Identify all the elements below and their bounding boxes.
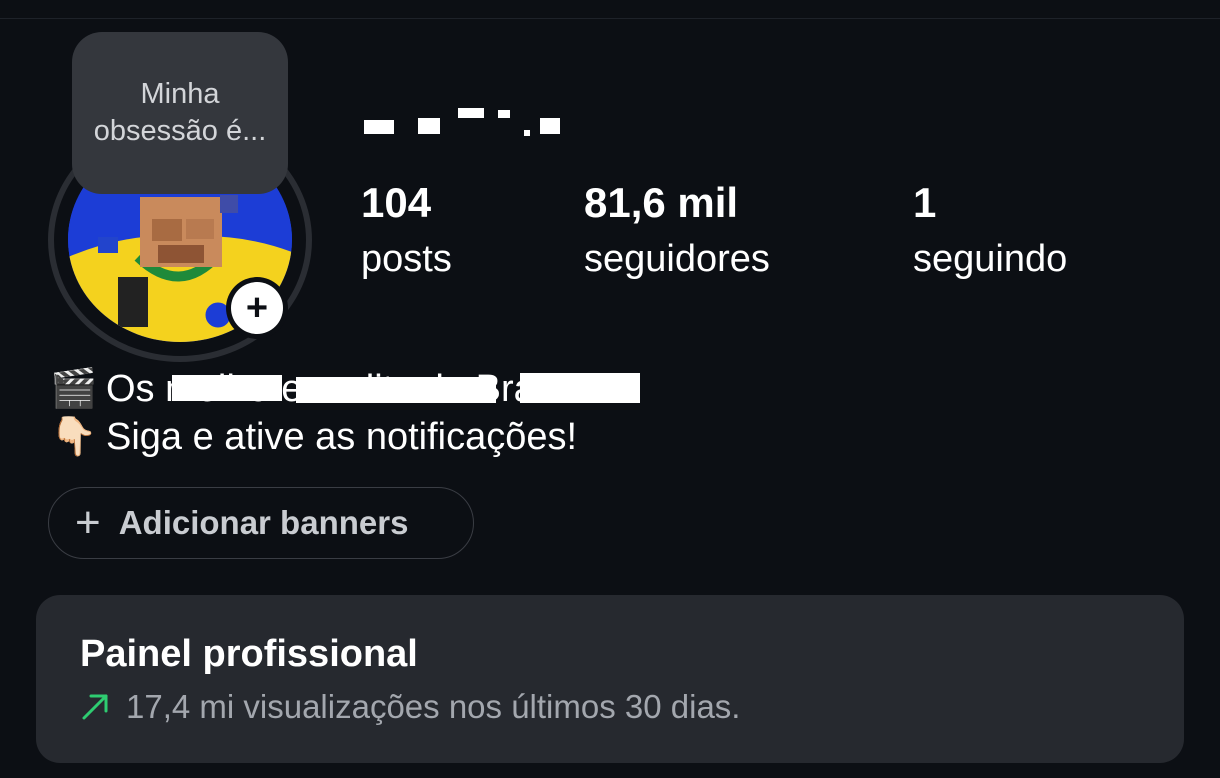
- plus-icon: +: [75, 498, 101, 547]
- followers-label: seguidores: [584, 238, 770, 280]
- username-redacted: [360, 100, 600, 140]
- trending-up-arrow-icon: [82, 694, 108, 720]
- following-count: 1: [913, 179, 937, 226]
- top-divider: [0, 18, 1220, 19]
- followers-count: 81,6 mil: [584, 179, 739, 226]
- stat-posts[interactable]: 104 posts: [361, 178, 452, 284]
- clapperboard-icon: 🎬: [50, 368, 98, 410]
- posts-label: posts: [361, 238, 452, 280]
- following-label: seguindo: [913, 238, 1068, 280]
- redaction-block: [520, 373, 640, 403]
- dashboard-title: Painel profissional: [80, 633, 418, 675]
- bio-line-2: 👇🏻 Siga e ative as notificações!: [50, 413, 730, 461]
- pointing-down-icon: 👇🏻: [50, 416, 98, 458]
- redaction-block: [296, 377, 496, 403]
- redaction-block: [172, 375, 282, 401]
- bio-line-1: 🎬Os melhores edits do Brasil: [50, 365, 730, 413]
- dashboard-subtitle-row: 17,4 mi visualizações nos últimos 30 dia…: [80, 685, 1140, 729]
- bio-line-2-text: Siga e ative as notificações!: [106, 416, 578, 458]
- profile-page: + Minha obsessão é... 104 posts 81,6 mil…: [0, 0, 1220, 778]
- note-bubble[interactable]: Minha obsessão é...: [72, 32, 288, 194]
- add-story-button[interactable]: +: [226, 277, 288, 339]
- note-text: Minha obsessão é...: [93, 78, 267, 147]
- add-banners-label: Adicionar banners: [118, 504, 409, 541]
- dashboard-subtitle: 17,4 mi visualizações nos últimos 30 dia…: [126, 688, 741, 725]
- stat-following[interactable]: 1 seguindo: [913, 178, 1067, 284]
- add-banners-button[interactable]: + Adicionar banners: [48, 487, 474, 559]
- plus-icon: +: [231, 282, 283, 334]
- bio: 🎬Os melhores edits do Brasil 👇🏻Siga e at…: [50, 365, 730, 461]
- professional-dashboard[interactable]: Painel profissional 17,4 mi visualizaçõe…: [36, 595, 1184, 763]
- stat-followers[interactable]: 81,6 mil seguidores: [584, 178, 770, 284]
- posts-count: 104: [361, 179, 432, 226]
